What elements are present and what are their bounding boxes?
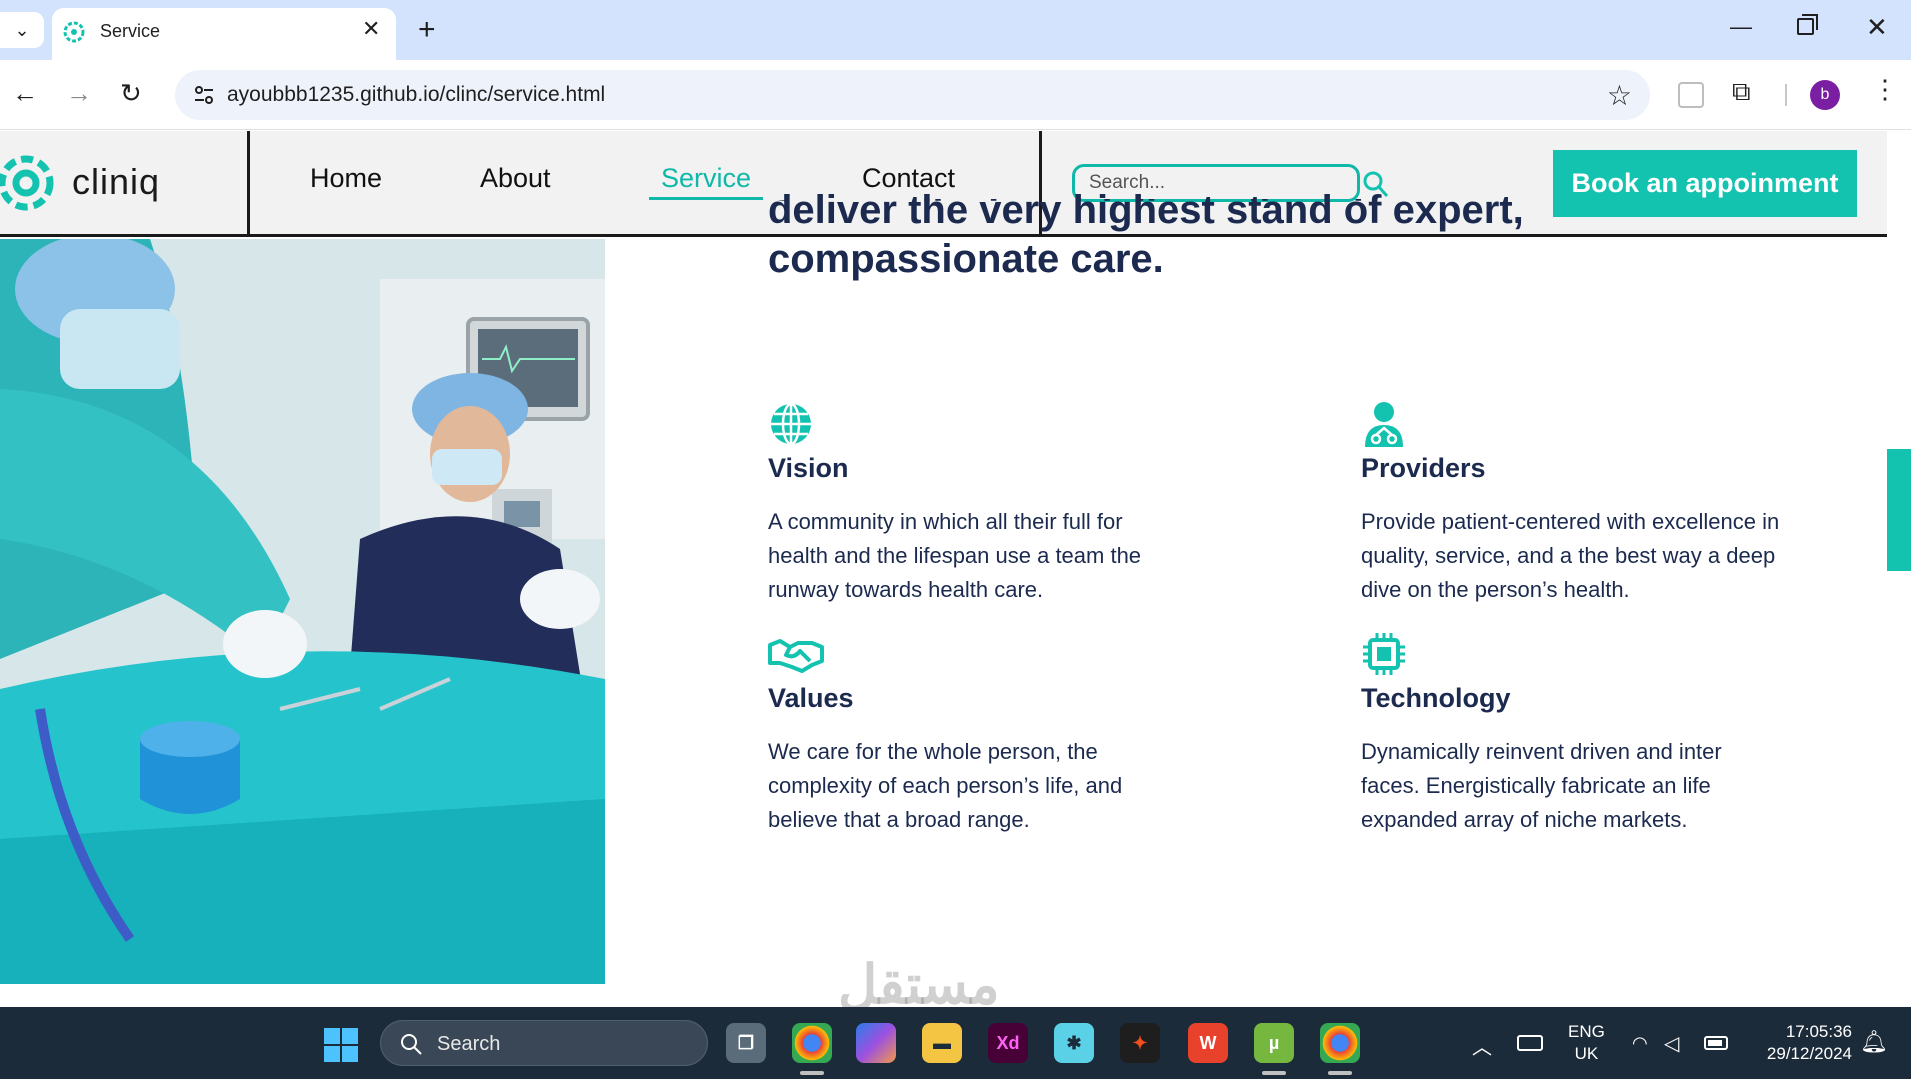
bookmark-star-icon[interactable]: ☆ xyxy=(1607,79,1632,112)
browser-toolbar: ← → ↻ ayoubbb1235.github.io/clinc/servic… xyxy=(0,60,1911,130)
windows-taskbar: Search ❐ ▬ Xd ✱ ✦ W µ ︿ ENG UK ◠ ◁ 17:05… xyxy=(0,1007,1911,1079)
feature-values: Values We care for the whole person, the… xyxy=(768,631,1188,832)
forward-icon[interactable]: → xyxy=(66,78,92,109)
side-scroll-tab[interactable] xyxy=(1887,449,1911,571)
mostaql-watermark: مستقل xyxy=(838,955,1000,1007)
extensions-puzzle-icon[interactable]: ⧉ xyxy=(1732,76,1751,108)
feature-title: Providers xyxy=(1361,453,1486,483)
url-text: ayoubbb1235.github.io/clinc/service.html xyxy=(227,83,606,106)
notifications-bell-icon[interactable]: 🔔︎ xyxy=(1860,1029,1888,1055)
taskbar-search-box[interactable]: Search xyxy=(380,1020,708,1066)
profile-avatar[interactable]: b xyxy=(1810,80,1840,110)
feature-vision: Vision A community in which all their fu… xyxy=(768,401,1188,602)
battery-icon[interactable] xyxy=(1704,1036,1728,1050)
nav-home[interactable]: Home xyxy=(310,163,382,194)
utorrent-icon[interactable]: µ xyxy=(1254,1023,1294,1063)
hero-heading: deliver the very highest stand of expert… xyxy=(768,188,1524,281)
tab-title: Service xyxy=(100,21,161,41)
chrome-profile-icon[interactable] xyxy=(1320,1023,1360,1063)
feature-description: Provide patient-centered with excellence… xyxy=(1361,509,1780,602)
nav-service[interactable]: Service xyxy=(661,163,751,194)
logo-text: cliniq xyxy=(72,161,161,202)
close-window-icon[interactable]: ✕ xyxy=(1866,12,1888,43)
volume-icon[interactable]: ◁ xyxy=(1664,1031,1679,1056)
task-view-icon[interactable]: ❐ xyxy=(726,1023,766,1063)
toolbar-divider xyxy=(1785,84,1787,106)
feature-description: We care for the whole person, the comple… xyxy=(768,739,1123,832)
nav-about[interactable]: About xyxy=(480,163,551,194)
chip-icon xyxy=(1363,633,1405,675)
browser-tab-strip: ⌄ Service ✕ + — ✕ xyxy=(0,0,1911,60)
cliniq-favicon-icon xyxy=(63,21,85,43)
back-icon[interactable]: ← xyxy=(12,78,38,109)
language-indicator[interactable]: ENG UK xyxy=(1568,1021,1605,1065)
language-code: ENG xyxy=(1568,1022,1605,1041)
windows-start-icon[interactable] xyxy=(323,1027,359,1063)
show-hidden-icons-icon[interactable]: ︿ xyxy=(1472,1031,1492,1060)
address-bar[interactable]: ayoubbb1235.github.io/clinc/service.html… xyxy=(175,70,1650,120)
chrome-app-icon[interactable] xyxy=(792,1023,832,1063)
taskbar-search-label: Search xyxy=(437,1033,501,1055)
search-icon xyxy=(401,1034,422,1055)
cliniq-logo-icon xyxy=(0,155,54,211)
figma-icon[interactable]: ✦ xyxy=(1120,1023,1160,1063)
surgery-illustration xyxy=(0,239,605,984)
handshake-icon xyxy=(768,639,824,673)
feature-title: Technology xyxy=(1361,683,1511,713)
keyboard-icon[interactable] xyxy=(1517,1035,1543,1051)
tab-search-button[interactable]: ⌄ xyxy=(0,12,44,48)
wps-office-icon[interactable]: W xyxy=(1188,1023,1228,1063)
asterisk-app-icon[interactable]: ✱ xyxy=(1054,1023,1094,1063)
feature-technology: Technology Dynamically reinvent driven a… xyxy=(1361,631,1781,832)
feature-title: Vision xyxy=(768,453,849,483)
adobe-xd-icon[interactable]: Xd xyxy=(988,1023,1028,1063)
copilot-app-icon[interactable] xyxy=(856,1023,896,1063)
web-page: cliniq Home About Service Contact Book a… xyxy=(0,131,1911,1007)
active-app-indicator xyxy=(1262,1071,1286,1075)
feature-description: A community in which all their full for … xyxy=(768,509,1142,602)
restore-window-icon[interactable] xyxy=(1797,14,1818,35)
close-tab-icon[interactable]: ✕ xyxy=(362,16,380,42)
active-nav-underline xyxy=(649,197,763,200)
minimize-icon[interactable]: — xyxy=(1730,14,1752,40)
active-app-indicator xyxy=(1328,1071,1352,1075)
clock-date: 29/12/2024 xyxy=(1766,1044,1852,1063)
more-menu-icon[interactable]: ⋮ xyxy=(1872,74,1898,105)
reload-icon[interactable]: ↻ xyxy=(120,78,142,109)
feature-providers: Providers Provide patient-centered with … xyxy=(1361,401,1781,602)
extension-icon[interactable] xyxy=(1678,82,1704,108)
site-info-icon[interactable] xyxy=(193,84,215,106)
file-explorer-icon[interactable]: ▬ xyxy=(922,1023,962,1063)
doctor-icon xyxy=(1365,402,1403,447)
logo-area[interactable]: cliniq xyxy=(0,131,250,235)
active-app-indicator xyxy=(800,1071,824,1075)
clock-time: 17:05:36 xyxy=(1785,1022,1852,1041)
language-region: UK xyxy=(1574,1044,1599,1063)
wifi-icon[interactable]: ◠ xyxy=(1632,1033,1648,1054)
surgery-hero-image xyxy=(0,239,605,984)
feature-title: Values xyxy=(768,683,854,713)
globe-icon xyxy=(771,402,811,446)
feature-description: Dynamically reinvent driven and inter fa… xyxy=(1361,739,1722,832)
system-clock[interactable]: 17:05:36 29/12/2024 xyxy=(1752,1021,1852,1065)
new-tab-button[interactable]: + xyxy=(418,12,436,48)
